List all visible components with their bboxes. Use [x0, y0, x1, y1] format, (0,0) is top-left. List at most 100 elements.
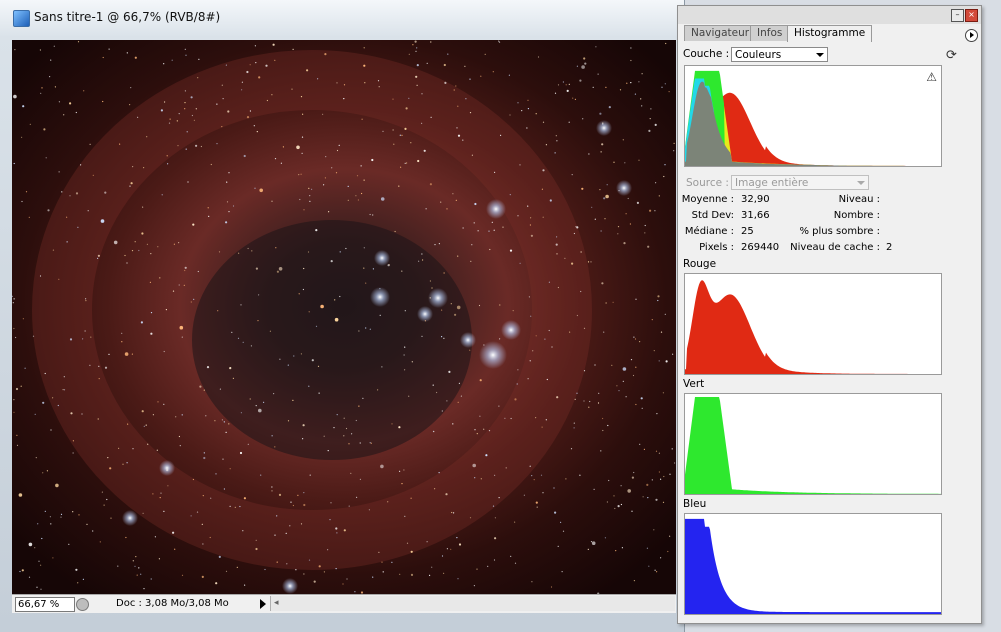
- star: [649, 209, 652, 212]
- refresh-icon[interactable]: ⟳: [946, 49, 958, 62]
- star: [469, 517, 472, 519]
- star: [355, 419, 357, 422]
- star: [102, 100, 104, 103]
- panel-menu-icon[interactable]: [965, 29, 978, 42]
- star: [404, 310, 406, 312]
- star: [19, 570, 21, 573]
- star: [571, 262, 574, 265]
- star: [576, 65, 579, 67]
- star: [535, 417, 537, 419]
- star: [403, 354, 405, 356]
- star: [197, 270, 199, 273]
- star: [583, 370, 586, 372]
- star: [601, 282, 604, 285]
- star: [259, 188, 263, 193]
- star: [215, 582, 218, 585]
- star: [443, 337, 445, 339]
- star: [297, 494, 299, 496]
- star: [161, 194, 163, 196]
- tab-info[interactable]: Infos: [750, 25, 790, 41]
- source-select[interactable]: Image entière: [731, 175, 869, 190]
- star: [622, 380, 624, 382]
- document-titlebar[interactable]: Sans titre-1 @ 66,7% (RVB/8#): [0, 0, 684, 36]
- star: [404, 162, 406, 164]
- star: [52, 249, 55, 251]
- minimize-icon[interactable]: –: [951, 9, 964, 22]
- star: [55, 483, 59, 488]
- star: [140, 321, 143, 324]
- star: [66, 216, 68, 218]
- star: [69, 338, 73, 341]
- star: [119, 143, 121, 145]
- star: [347, 185, 349, 187]
- star: [644, 232, 646, 234]
- star: [587, 548, 589, 550]
- star: [444, 81, 447, 84]
- star: [494, 517, 496, 519]
- warning-icon[interactable]: ⚠: [926, 70, 937, 84]
- scroll-left-icon[interactable]: ◂: [274, 598, 279, 608]
- image-canvas[interactable]: [12, 40, 676, 594]
- star: [450, 548, 452, 550]
- star: [202, 495, 204, 497]
- zoom-field[interactable]: 66,67 %: [15, 597, 75, 612]
- star: [22, 318, 24, 320]
- stat-median-value: 25: [741, 226, 754, 237]
- star: [229, 367, 232, 370]
- star: [562, 530, 565, 532]
- star: [527, 205, 529, 207]
- star: [286, 563, 288, 565]
- status-info-icon[interactable]: [76, 598, 89, 611]
- status-menu-arrow-icon[interactable]: [260, 599, 266, 609]
- star: [203, 452, 205, 454]
- star: [308, 187, 310, 189]
- star: [369, 442, 371, 444]
- star: [514, 521, 516, 523]
- star: [536, 506, 538, 508]
- channel-select[interactable]: Couleurs: [731, 47, 828, 62]
- star: [63, 376, 65, 378]
- star: [457, 134, 461, 137]
- star: [660, 331, 663, 333]
- star: [658, 471, 661, 473]
- star: [255, 267, 258, 270]
- star: [239, 451, 243, 455]
- star: [215, 473, 217, 475]
- star: [43, 128, 46, 131]
- star: [84, 330, 86, 332]
- star: [606, 501, 609, 503]
- panel-titlebar[interactable]: – ×: [678, 6, 981, 24]
- star: [274, 59, 276, 61]
- tab-histogram[interactable]: Histogramme: [787, 25, 873, 42]
- star: [191, 114, 193, 117]
- star: [62, 389, 64, 391]
- star: [179, 445, 181, 447]
- star: [545, 419, 547, 421]
- star: [597, 402, 600, 404]
- star: [620, 485, 622, 487]
- star: [199, 385, 202, 388]
- star: [99, 541, 101, 543]
- close-icon[interactable]: ×: [965, 9, 978, 22]
- star: [309, 195, 311, 197]
- star: [380, 197, 385, 201]
- star: [152, 493, 154, 495]
- star: [21, 569, 24, 572]
- star: [399, 134, 401, 136]
- star: [141, 410, 144, 413]
- star: [205, 415, 207, 417]
- horizontal-scrollbar[interactable]: [270, 596, 675, 611]
- stat-stddev-value: 31,66: [741, 210, 770, 221]
- star: [61, 191, 63, 193]
- star: [13, 162, 15, 165]
- bright-star: [122, 510, 138, 526]
- star: [580, 290, 582, 293]
- star: [134, 56, 137, 59]
- star: [100, 219, 105, 223]
- star: [432, 430, 435, 432]
- star: [75, 568, 78, 571]
- tab-navigator[interactable]: Navigateur: [684, 25, 757, 41]
- star: [335, 172, 338, 174]
- star: [649, 118, 651, 120]
- star: [185, 148, 187, 150]
